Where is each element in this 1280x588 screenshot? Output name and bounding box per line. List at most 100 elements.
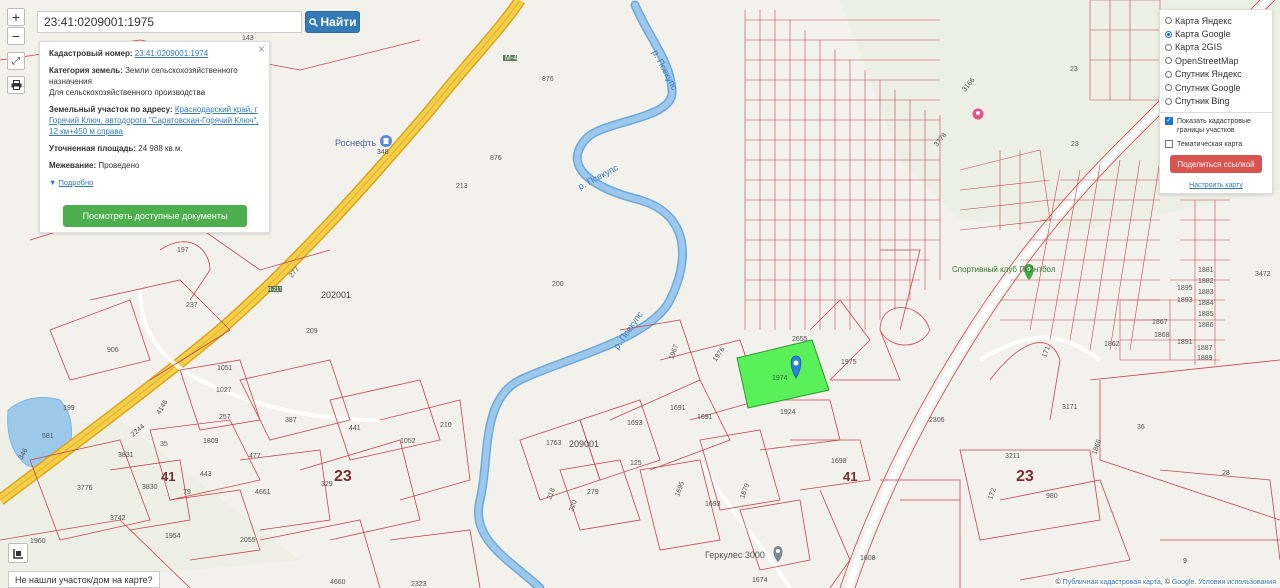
parcel-label: 3472 xyxy=(1255,271,1271,278)
layer-option-bing-sat[interactable]: Спутник Bing xyxy=(1160,94,1272,107)
area-label: Уточненная площадь: xyxy=(49,144,137,153)
parcel-label: 36 xyxy=(1137,424,1145,431)
attribution-google-link[interactable]: Google xyxy=(1172,579,1195,586)
search-icon xyxy=(308,17,318,27)
radio-icon[interactable] xyxy=(1165,43,1172,51)
parcel-label: 4661 xyxy=(255,489,271,496)
attribution-separator: , © xyxy=(1160,579,1172,586)
zoom-out-button[interactable]: − xyxy=(7,27,25,45)
caret-down-icon: ▼ xyxy=(49,178,57,187)
parcel-label: 9 xyxy=(1183,558,1187,565)
parcel-label: 387 xyxy=(285,417,297,424)
parcel-label: 1881 xyxy=(1198,267,1214,274)
show-borders-toggle[interactable]: ✓ Показать кадастровые границы участков xyxy=(1160,116,1272,135)
layer-label: Карта Google xyxy=(1175,29,1231,40)
layer-label: Спутник Google xyxy=(1175,82,1241,93)
parcel-label: 1052 xyxy=(400,438,416,445)
pink-poi-icon xyxy=(972,108,984,120)
poi-label: Роснефть xyxy=(335,138,376,148)
radio-icon[interactable] xyxy=(1165,17,1172,25)
parcel-label: 35 xyxy=(160,441,168,448)
layer-option-yandex-map[interactable]: Карта Яндекс xyxy=(1160,14,1272,27)
parcel-label: 2055 xyxy=(240,537,256,544)
parcel-label: 257 xyxy=(219,414,231,421)
layer-option-google-sat[interactable]: Спутник Google xyxy=(1160,81,1272,94)
parcel-label: 210 xyxy=(440,422,452,429)
parcel-label: 1883 xyxy=(1198,289,1214,296)
parcel-label: 1891 xyxy=(1177,339,1193,346)
parcel-label: 4660 xyxy=(330,579,346,586)
details-link[interactable]: Подробно xyxy=(59,178,94,187)
parcel-label: 1862 xyxy=(1104,341,1120,348)
parcel-label: 1893 xyxy=(1177,297,1193,304)
parcel-label: 1691 xyxy=(670,405,686,412)
share-link-button[interactable]: Поделиться ссылкой xyxy=(1170,155,1262,173)
parcel-label: 581 xyxy=(42,433,54,440)
parcel-label: 199 xyxy=(63,405,75,412)
radio-icon[interactable] xyxy=(1165,57,1172,65)
attribution-pkk-link[interactable]: Публичная кадастровая карта xyxy=(1063,579,1161,586)
close-icon[interactable]: × xyxy=(258,43,265,55)
view-documents-button[interactable]: Посмотреть доступные документы xyxy=(63,205,247,227)
parcel-label: 1051 xyxy=(217,365,233,372)
fullscreen-icon[interactable]: ⤢ xyxy=(7,52,25,70)
parcel-label: 1867 xyxy=(1152,319,1168,326)
layer-option-google-map[interactable]: Карта Google xyxy=(1160,27,1272,40)
layer-label: Карта 2GIS xyxy=(1175,42,1223,53)
cad-number-link[interactable]: 23:41:0209001:1974 xyxy=(135,49,208,58)
parcel-label: 1698 xyxy=(831,458,847,465)
map-label: 41 xyxy=(161,469,175,484)
highway-label: R-217 xyxy=(268,287,282,293)
attribution-terms-link[interactable]: . Условия использования xyxy=(1194,579,1276,586)
layer-option-2gis-map[interactable]: Карта 2GIS xyxy=(1160,41,1272,54)
radio-icon[interactable] xyxy=(1165,70,1172,78)
parcel-label: 237 xyxy=(186,302,198,309)
parcel-label: 197 xyxy=(177,247,189,254)
parcel-label: 125 xyxy=(630,460,642,467)
area-value: 24 988 кв.м. xyxy=(138,144,183,153)
category-row: Категория земель: Земли сельскохозяйстве… xyxy=(49,65,260,98)
parcel-label: 2323 xyxy=(411,581,427,588)
parcel-label: 3742 xyxy=(110,515,126,522)
parcel-label: 329 xyxy=(321,481,333,488)
map-label: 41 xyxy=(843,469,857,484)
layer-option-yandex-sat[interactable]: Спутник Яндекс xyxy=(1160,68,1272,81)
zoom-in-button[interactable]: + xyxy=(7,8,25,26)
parcel-label: 1924 xyxy=(780,409,796,416)
print-icon[interactable] xyxy=(7,76,25,94)
parcel-label: 443 xyxy=(200,471,212,478)
radio-selected-icon[interactable] xyxy=(1165,30,1172,38)
thematic-map-toggle[interactable]: Тематическая карта xyxy=(1160,138,1272,151)
not-found-button[interactable]: Не нашли участок/дом на карте? xyxy=(8,571,160,588)
radio-icon[interactable] xyxy=(1165,84,1172,92)
show-borders-label: Показать кадастровые границы участков xyxy=(1177,117,1251,134)
search-input[interactable] xyxy=(37,11,302,33)
cad-number-label: Кадастровый номер: xyxy=(49,49,133,58)
layer-label: OpenStreetMap xyxy=(1175,55,1239,66)
search-button-label: Найти xyxy=(320,15,357,29)
parcel-label: 1886 xyxy=(1198,322,1214,329)
parcel-label: 1960 xyxy=(30,538,46,545)
parcel-label: 3830 xyxy=(142,484,158,491)
layer-option-osm[interactable]: OpenStreetMap xyxy=(1160,54,1272,67)
usage-value: Для сельскохозяйственного производства xyxy=(49,88,206,97)
search-button[interactable]: Найти xyxy=(305,11,360,33)
details-toggle[interactable]: ▼ Подробно xyxy=(49,177,260,188)
category-label: Категория земель: xyxy=(49,66,123,75)
gas-station-icon[interactable] xyxy=(380,135,392,147)
poi-label: Спортивный клуб Пейнтбол xyxy=(952,265,1056,274)
ruler-icon[interactable] xyxy=(8,543,28,563)
parcel-label: 876 xyxy=(542,76,554,83)
checkbox-checked-icon[interactable]: ✓ xyxy=(1165,116,1173,125)
parcel-label: 1884 xyxy=(1198,300,1214,307)
layer-label: Спутник Bing xyxy=(1175,96,1230,107)
setup-map-link[interactable]: Настроить карту xyxy=(1160,182,1272,189)
parcel-label: 1763 xyxy=(546,440,562,447)
parcel-label: 1895 xyxy=(1177,285,1193,292)
radio-icon[interactable] xyxy=(1165,97,1172,105)
parcel-label: 1027 xyxy=(216,387,232,394)
poi-label: Геркулес 3000 xyxy=(705,550,765,560)
selected-parcel-label: 1974 xyxy=(772,375,788,382)
checkbox-icon[interactable] xyxy=(1165,140,1173,149)
parcel-label: 1887 xyxy=(1197,345,1213,352)
